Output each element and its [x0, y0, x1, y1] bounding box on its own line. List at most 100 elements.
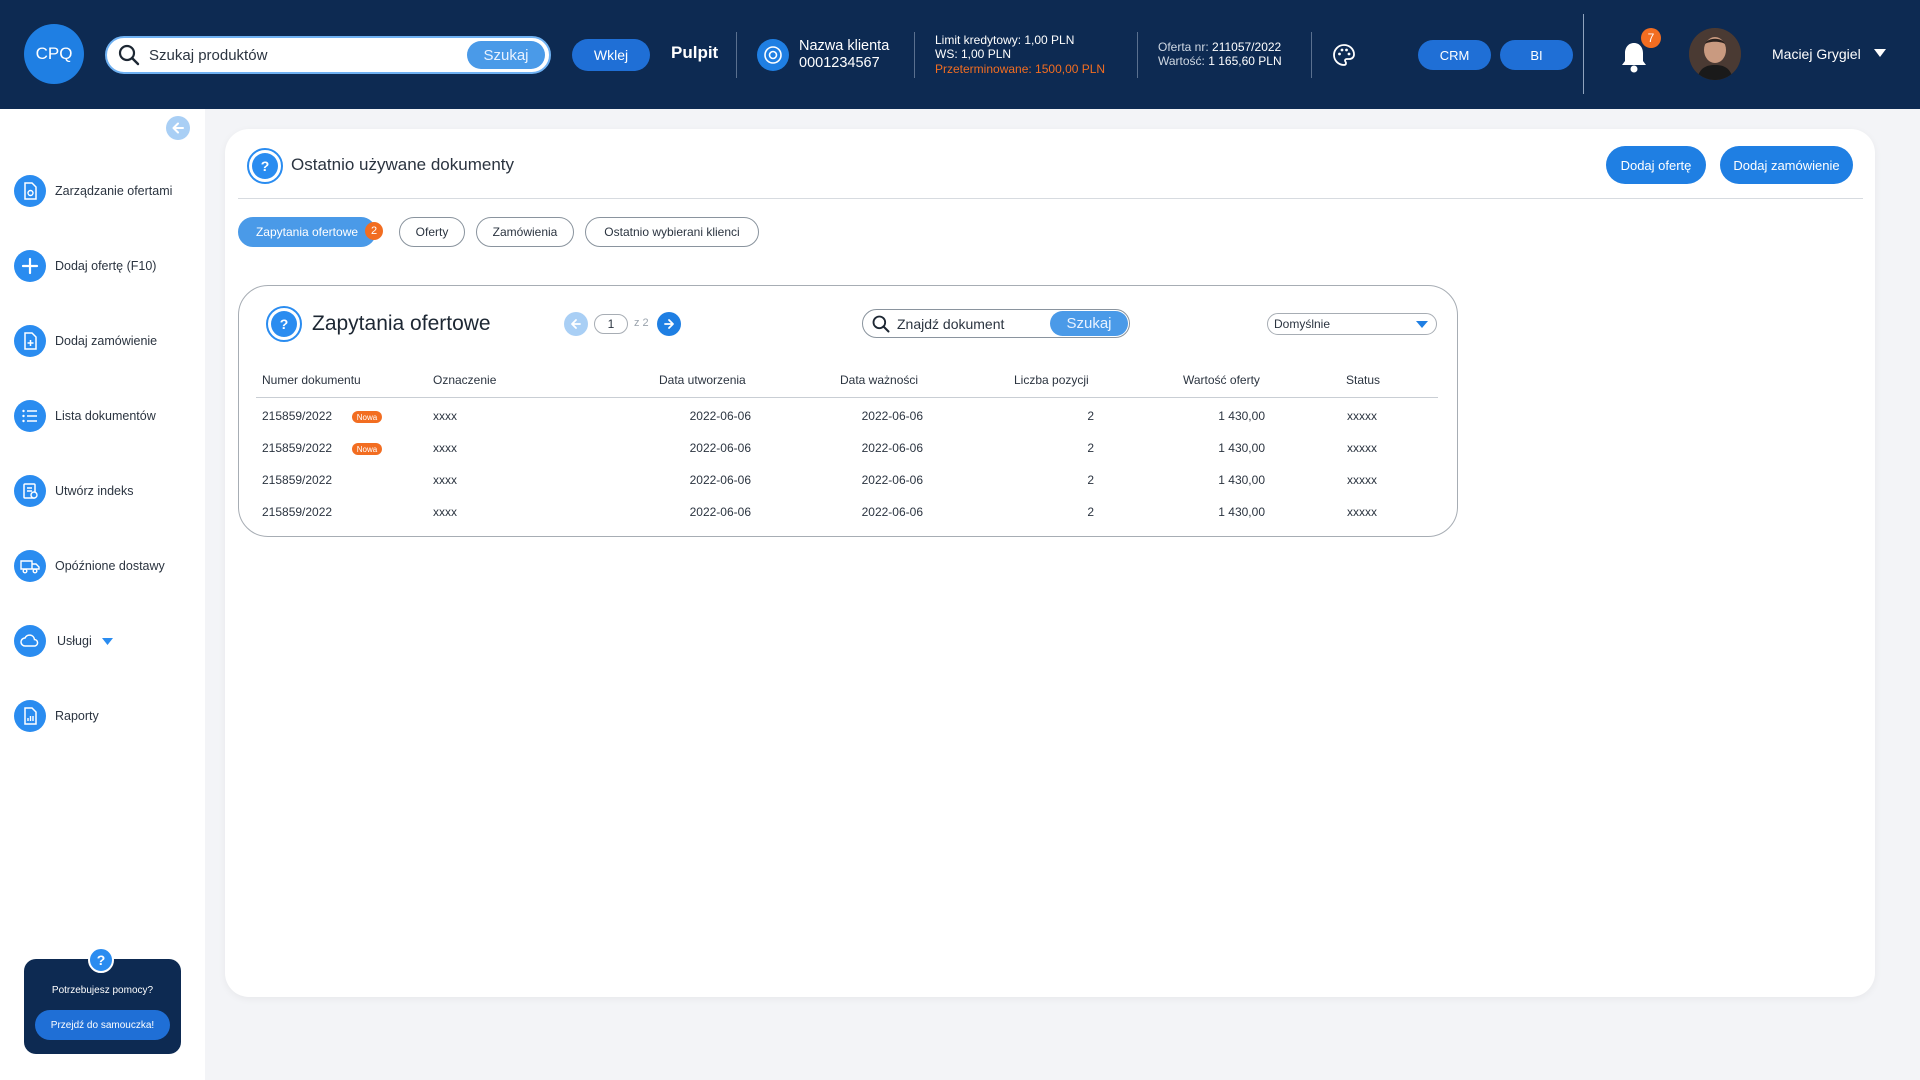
offer-number-value[interactable]: 211057/2022 — [1212, 40, 1281, 54]
column-header[interactable]: Wartość oferty — [1183, 373, 1260, 387]
dashboard-link[interactable]: Pulpit — [671, 44, 718, 61]
search-icon — [872, 315, 890, 332]
product-search-bar: Szukaj produktów Szukaj — [105, 36, 551, 74]
created-date: 2022-06-06 — [689, 473, 751, 487]
paste-button[interactable]: Wklej — [572, 39, 650, 71]
sidebar-item-delayed-deliveries[interactable]: Opóźnione dostawy — [14, 549, 165, 583]
divider — [736, 32, 737, 78]
new-badge: Nowa — [352, 443, 382, 455]
panel-title: Zapytania ofertowe — [312, 312, 491, 335]
sidebar-item-services[interactable]: Usługi — [14, 624, 113, 658]
divider — [914, 32, 915, 78]
document-mark: xxxx — [433, 409, 457, 423]
ws-value: WS: 1,00 PLN — [935, 47, 1012, 61]
column-header[interactable]: Data utworzenia — [659, 373, 746, 387]
document-number[interactable]: 215859/2022 — [262, 441, 332, 455]
sidebar-item-create-index[interactable]: Utwórz indeks — [14, 474, 134, 508]
create-index-icon — [14, 475, 46, 507]
search-icon — [118, 44, 140, 66]
plus-icon — [14, 250, 46, 282]
sidebar-item-document-list[interactable]: Lista dokumentów — [14, 399, 156, 433]
sidebar-item-offer-management[interactable]: Zarządzanie ofertami — [14, 174, 172, 208]
next-page-button[interactable] — [657, 312, 681, 336]
column-header[interactable]: Status — [1346, 373, 1380, 387]
client-number[interactable]: 0001234567 — [799, 55, 880, 72]
offer-value: 1 430,00 — [1218, 441, 1265, 455]
divider — [1583, 14, 1584, 94]
product-search-input[interactable]: Szukaj produktów — [149, 47, 467, 64]
product-search-button[interactable]: Szukaj — [467, 41, 545, 69]
client-icon — [757, 39, 789, 71]
tutorial-button[interactable]: Przejdź do samouczka! — [35, 1010, 170, 1040]
status: xxxxx — [1347, 473, 1377, 487]
column-header[interactable]: Numer dokumentu — [262, 373, 361, 387]
document-number[interactable]: 215859/2022 — [262, 473, 332, 487]
help-icon: ? — [247, 148, 283, 184]
column-header[interactable]: Liczba pozycji — [1014, 373, 1089, 387]
valid-date: 2022-06-06 — [861, 441, 923, 455]
offer-value: 1 430,00 — [1218, 409, 1265, 423]
offer-value: 1 430,00 — [1218, 505, 1265, 519]
divider — [256, 397, 1438, 398]
user-name[interactable]: Maciej Grygiel — [1772, 47, 1861, 62]
offer-value-label: Wartość: — [1158, 54, 1205, 68]
document-number[interactable]: 215859/2022 — [262, 505, 332, 519]
chevron-down-icon[interactable] — [1874, 49, 1886, 57]
tab-offers[interactable]: Oferty — [399, 217, 465, 247]
tab-recent-clients[interactable]: Ostatnio wybierani klienci — [585, 217, 759, 247]
offer-value: 1 430,00 — [1218, 473, 1265, 487]
help-title: Potrzebujesz pomocy? — [51, 985, 154, 996]
document-search-button[interactable]: Szukaj — [1050, 311, 1128, 336]
divider — [1311, 32, 1312, 78]
sidebar-item-label: Dodaj zamówienie — [55, 334, 158, 348]
crm-button[interactable]: CRM — [1418, 40, 1491, 70]
page-input[interactable]: 1 — [594, 314, 628, 334]
sidebar-item-label: Dodaj ofertę (F10) — [55, 259, 157, 273]
add-order-button[interactable]: Dodaj zamówienie — [1720, 146, 1853, 184]
sidebar-item-add-offer[interactable]: Dodaj ofertę (F10) — [14, 249, 156, 283]
collapse-sidebar-button[interactable] — [166, 116, 190, 140]
created-date: 2022-06-06 — [689, 441, 751, 455]
prev-page-button[interactable] — [564, 312, 588, 336]
list-icon — [14, 400, 46, 432]
chevron-down-icon[interactable] — [101, 637, 113, 645]
help-icon: ? — [266, 306, 302, 342]
tab-quote-requests[interactable]: Zapytania ofertowe — [238, 217, 376, 247]
document-settings-icon — [14, 175, 46, 207]
column-header[interactable]: Data ważności — [840, 373, 918, 387]
status: xxxxx — [1347, 441, 1377, 455]
document-search-input[interactable]: Znajdź dokument — [897, 316, 1050, 332]
report-icon — [14, 700, 46, 732]
sort-select[interactable]: Domyślnie — [1267, 313, 1437, 335]
divider — [238, 198, 1863, 199]
offer-value-amount: 1 165,60 PLN — [1208, 54, 1282, 68]
tab-badge: 2 — [365, 222, 383, 240]
bi-button[interactable]: BI — [1500, 40, 1573, 70]
status: xxxxx — [1347, 505, 1377, 519]
sidebar-item-label: Usługi — [57, 634, 92, 648]
document-number[interactable]: 215859/2022 — [262, 409, 332, 423]
overdue-value: Przeterminowane: 1500,00 PLN — [935, 62, 1106, 76]
created-date: 2022-06-06 — [689, 505, 751, 519]
valid-date: 2022-06-06 — [861, 409, 923, 423]
item-count: 2 — [1087, 409, 1094, 423]
top-bar: CPQ Szukaj produktów Szukaj Wklej Pulpit… — [0, 0, 1920, 109]
arrow-left-icon — [571, 319, 581, 329]
arrow-left-icon — [172, 122, 184, 134]
add-offer-button[interactable]: Dodaj ofertę — [1606, 146, 1706, 184]
client-name-label: Nazwa klienta — [799, 38, 890, 54]
cpq-logo[interactable]: CPQ — [24, 24, 84, 84]
divider — [1137, 32, 1138, 78]
page-title: Ostatnio używane dokumenty — [291, 155, 515, 174]
valid-date: 2022-06-06 — [861, 505, 923, 519]
sidebar-item-reports[interactable]: Raporty — [14, 699, 99, 733]
item-count: 2 — [1087, 505, 1094, 519]
palette-icon[interactable] — [1332, 43, 1356, 67]
tab-orders[interactable]: Zamówienia — [476, 217, 574, 247]
truck-icon — [14, 550, 46, 582]
sort-select-value: Domyślnie — [1274, 317, 1331, 331]
sidebar-item-label: Zarządzanie ofertami — [55, 184, 173, 198]
sidebar-item-add-order[interactable]: Dodaj zamówienie — [14, 324, 157, 358]
column-header[interactable]: Oznaczenie — [433, 373, 496, 387]
avatar[interactable] — [1689, 28, 1741, 80]
